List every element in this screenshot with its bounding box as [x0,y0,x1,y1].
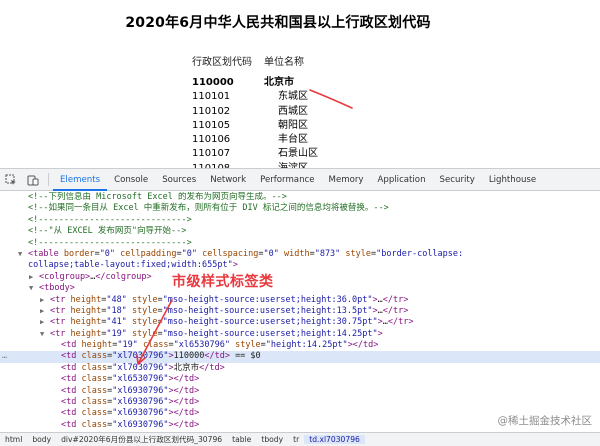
dom-node-markup: <tr height="41" style="mso-height-source… [50,317,414,328]
dom-node[interactable]: <!--下列信息由 Microsoft Excel 的发布为网页向导生成。--> [0,192,600,203]
selected-node-marker: … [2,351,8,362]
dom-node-markup: <!--如果同一条目从 Excel 中重新发布，则所有位于 DIV 标记之间的信… [28,203,389,214]
dom-node-markup: <tbody> [39,283,75,294]
dom-node[interactable]: collapse;table-layout:fixed;width:655pt"… [0,260,600,271]
dom-node-markup: <tr height="19" style="mso-height-source… [50,328,383,339]
dom-node-markup: <td class="xl7030796">北京市</td> [61,362,225,373]
dom-node[interactable]: <td class="xl6930796"></td> [0,397,600,408]
expand-toggle-icon[interactable]: ▶ [40,295,50,306]
unit-name-cell: 石景山区 [278,148,318,160]
unit-name-cell: 北京市 [264,77,294,88]
dom-node[interactable]: <td class="xl7030796">北京市</td> [0,363,600,374]
dom-node-markup: <!-----------------------------> [28,237,192,248]
dom-node-markup: <!--"从 EXCEL 发布网页"向导开始--> [28,226,187,237]
dom-node[interactable]: ▶ <tr height="48" style="mso-height-sourc… [0,295,600,306]
dom-node-markup: <table border="0" cellpadding="0" cellsp… [28,248,464,259]
dom-node[interactable]: <!--"从 EXCEL 发布网页"向导开始--> [0,226,600,237]
breadcrumb-item[interactable]: table [227,435,256,444]
dom-node-markup: <!-----------------------------> [28,214,192,225]
devtools-tab-strip: Elements Console Sources Network Performance… [53,169,543,191]
dom-node[interactable]: <!--如果同一条目从 Excel 中重新发布，则所有位于 DIV 标记之间的信… [0,203,600,214]
expand-toggle-icon[interactable]: ▼ [18,249,28,260]
division-code-cell: 110105 [192,119,231,131]
table-row: 110102 西城区 [192,105,354,119]
devtools-toolbar: Elements Console Sources Network Performance… [0,169,600,191]
dom-node[interactable]: ▶ <tr height="18" style="mso-height-sourc… [0,306,600,317]
division-code-table: 行政区划代码 单位名称 110000 北京市 110101 东城区 110102 西城区 1… [192,56,354,168]
table-row: 110000 北京市 [192,76,354,90]
dom-node[interactable]: <td class="xl6530796"></td> [0,374,600,385]
dom-node-markup: <td class="xl6930796"></td> [61,385,200,396]
division-code-cell: 110107 [192,148,231,160]
dom-node-markup: <td class="xl6930796"></td> [61,397,200,408]
expand-toggle-icon[interactable]: ▶ [29,272,39,283]
division-code-cell: 110000 [192,77,234,88]
unit-name-cell: 丰台区 [278,134,308,146]
rendered-page: 2020年6月中华人民共和国县以上行政区划代码 行政区划代码 单位名称 1100… [0,0,600,168]
division-code-cell: 110106 [192,134,231,146]
dom-node-markup: <tr height="48" style="mso-height-source… [50,294,409,305]
expand-toggle-icon[interactable]: ▶ [40,317,50,328]
table-header-row: 行政区划代码 单位名称 [192,56,354,76]
division-code-cell: 110101 [192,91,231,103]
tab-memory[interactable]: Memory [322,169,371,190]
column-header-code: 行政区划代码 [192,57,252,68]
device-toolbar-icon[interactable] [22,169,44,190]
unit-name-cell: 朝阳区 [278,119,308,131]
dom-node-markup: <td class="xl7030796">110000</td> == $0 [61,351,261,362]
dom-node[interactable]: ▼ <tbody> [0,283,600,294]
toolbar-divider [48,173,49,186]
dom-breadcrumb: html body div#2020年6月份县以上行政区划代码_30796 table… [0,432,600,446]
dom-node[interactable]: <!-----------------------------> [0,238,600,249]
dom-node[interactable]: ▶ <tr height="41" style="mso-height-sourc… [0,317,600,328]
division-code-cell: 110102 [192,105,231,117]
breadcrumb-item[interactable]: div#2020年6月份县以上行政区划代码_30796 [56,434,227,445]
watermark: @稀土掘金技术社区 [498,413,593,428]
expand-toggle-icon[interactable]: ▶ [40,306,50,317]
tab-security[interactable]: Security [433,169,482,190]
tab-application[interactable]: Application [371,169,433,190]
breadcrumb-item[interactable]: tr [288,435,304,444]
tab-sources[interactable]: Sources [155,169,203,190]
page-title: 2020年6月中华人民共和国县以上行政区划代码 [125,15,431,31]
devtools-panel: Elements Console Sources Network Performance… [0,168,600,446]
dom-node[interactable]: <td height="19" class="xl6530796" style=… [0,340,600,351]
unit-name-cell: 西城区 [278,105,308,117]
tab-performance[interactable]: Performance [253,169,321,190]
dom-node-selected[interactable]: … <td class="xl7030796">110000</td> == $0 [0,351,600,363]
dom-node[interactable]: ▶ <colgroup>…</colgroup> [0,272,600,283]
tab-lighthouse[interactable]: Lighthouse [482,169,543,190]
breadcrumb-item[interactable]: tbody [256,435,288,444]
elements-dom-tree[interactable]: <!--下列信息由 Microsoft Excel 的发布为网页向导生成。-->… [0,192,600,432]
expand-toggle-icon[interactable]: ▼ [40,329,50,340]
dom-node-markup: <td height="19" class="xl6530796" style=… [61,340,379,351]
tab-console[interactable]: Console [107,169,155,190]
dom-node-markup: <td class="xl6930796"></td> [61,419,200,430]
dom-node[interactable]: <td class="xl6930796"></td> [0,386,600,397]
unit-name-cell: 东城区 [278,91,308,103]
annotation-label: 市级样式标签类 [172,274,274,290]
dom-node-markup: <colgroup>…</colgroup> [39,271,152,282]
dom-node[interactable]: <!-----------------------------> [0,215,600,226]
breadcrumb-item[interactable]: html [0,435,27,444]
tab-network[interactable]: Network [203,169,253,190]
column-header-name: 单位名称 [264,57,304,68]
breadcrumb-item[interactable]: td.xl7030796 [304,435,365,444]
dom-node-markup: <td class="xl6930796"></td> [61,408,200,419]
dom-node-markup: <tr height="18" style="mso-height-source… [50,305,409,316]
table-row: 110107 石景山区 [192,147,354,161]
inspect-element-icon[interactable] [0,169,22,190]
dom-node-markup: <td class="xl6530796"></td> [61,374,200,385]
expand-toggle-icon[interactable]: ▼ [29,283,39,294]
dom-node-markup: <!--下列信息由 Microsoft Excel 的发布为网页向导生成。--> [28,192,287,202]
watermark-text: @稀土掘金技术社区 [497,415,593,427]
dom-node[interactable]: ▼ <tr height="19" style="mso-height-sourc… [0,329,600,340]
table-row: 110106 丰台区 [192,133,354,147]
dom-node[interactable]: ▼ <table border="0" cellpadding="0" cells… [0,249,600,260]
table-row: 110101 东城区 [192,90,354,104]
tab-elements[interactable]: Elements [53,169,108,191]
breadcrumb-item[interactable]: body [27,435,56,444]
dom-node-markup: collapse;table-layout:fixed;width:655pt"… [28,260,238,271]
table-row: 110105 朝阳区 [192,119,354,133]
